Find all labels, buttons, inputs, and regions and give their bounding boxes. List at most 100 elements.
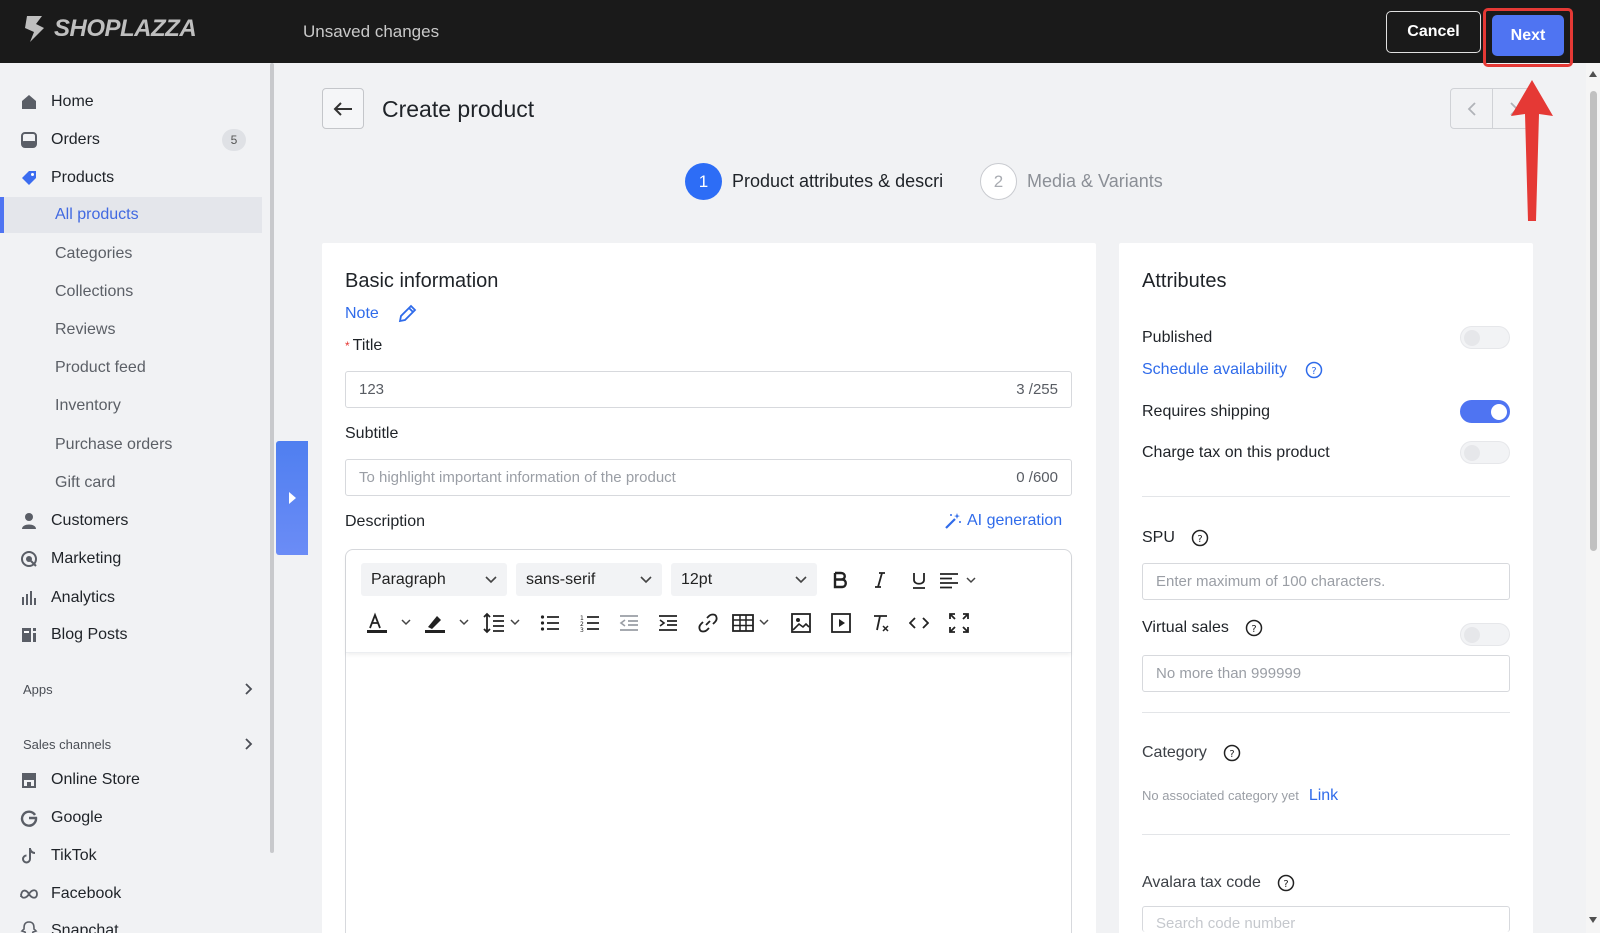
page-scrollbar[interactable] [1586, 63, 1600, 933]
sidebar-subitem-categories[interactable]: Categories [4, 236, 262, 272]
spu-input[interactable]: Enter maximum of 100 characters. [1142, 563, 1510, 600]
sales-channels-section-toggle[interactable]: Sales channels [23, 734, 253, 754]
title-input[interactable]: 123 3 /255 [345, 371, 1072, 408]
bullet-list-button[interactable] [537, 610, 563, 636]
published-toggle[interactable] [1460, 326, 1510, 349]
help-icon[interactable]: ? [1305, 361, 1323, 379]
align-dropdown[interactable] [939, 567, 979, 593]
italic-button[interactable] [867, 567, 893, 593]
description-editor[interactable]: Paragraph sans-serif 12pt 123 [345, 549, 1072, 933]
chevron-left-icon [1467, 101, 1476, 116]
note-link[interactable]: Note [345, 305, 379, 323]
subtitle-label: Subtitle [345, 425, 399, 442]
cancel-button[interactable]: Cancel [1386, 11, 1481, 53]
next-highlight-box: Next [1483, 8, 1573, 67]
next-button[interactable]: Next [1492, 15, 1564, 56]
bold-button[interactable] [827, 567, 853, 593]
sidebar-subitem-inventory[interactable]: Inventory [4, 388, 262, 424]
sidebar-item-orders[interactable]: Orders 5 [0, 122, 262, 158]
fullscreen-button[interactable] [946, 610, 972, 636]
virtual-sales-placeholder: No more than 999999 [1156, 665, 1302, 682]
scroll-down-icon[interactable] [1589, 917, 1597, 923]
help-icon[interactable]: ? [1191, 529, 1209, 547]
sidebar-item-analytics[interactable]: Analytics [0, 580, 262, 616]
sidebar-subitem-gift-card[interactable]: Gift card [4, 465, 262, 501]
align-left-icon [940, 573, 976, 589]
schedule-availability-link[interactable]: Schedule availability [1142, 361, 1287, 379]
sidebar-item-blog-posts[interactable]: Blog Posts [0, 617, 262, 653]
table-button[interactable] [732, 610, 776, 636]
charge-tax-label: Charge tax on this product [1142, 444, 1330, 461]
scroll-up-icon[interactable] [1589, 71, 1597, 77]
edit-pencil-icon[interactable] [397, 304, 417, 324]
step-2-number[interactable]: 2 [980, 163, 1017, 200]
step-2-label[interactable]: Media & Variants [1027, 171, 1163, 192]
font-family-select[interactable]: sans-serif [516, 563, 662, 596]
sidebar-item-tiktok[interactable]: TikTok [0, 838, 262, 874]
sidebar-item-online-store[interactable]: Online Store [0, 762, 262, 798]
svg-text:3: 3 [580, 627, 584, 632]
category-empty-text: No associated category yet [1142, 788, 1299, 803]
subtitle-input[interactable]: To highlight important information of th… [345, 459, 1072, 496]
sidebar-item-products[interactable]: Products [0, 160, 262, 196]
category-link[interactable]: Link [1309, 787, 1338, 805]
ai-generation-button[interactable]: AI generation [944, 512, 1062, 530]
avalara-tax-code-select[interactable]: Search code number [1142, 906, 1510, 932]
sidebar-item-customers[interactable]: Customers [0, 503, 262, 539]
highlight-color-button[interactable] [424, 610, 476, 636]
help-icon[interactable]: ? [1245, 619, 1263, 637]
link-button[interactable] [695, 610, 721, 636]
sidebar-expand-tab[interactable] [276, 441, 308, 555]
home-icon [22, 95, 36, 109]
text-color-button[interactable] [366, 610, 418, 636]
sidebar-item-label: Online Store [51, 771, 140, 788]
title-char-count: 3 /255 [1016, 381, 1058, 398]
virtual-sales-toggle[interactable] [1460, 623, 1510, 646]
divider [1142, 496, 1510, 497]
insert-video-button[interactable] [828, 610, 854, 636]
page-scrollbar-thumb[interactable] [1590, 91, 1597, 551]
sidebar-item-home[interactable]: Home [0, 84, 262, 120]
font-size-select[interactable]: 12pt [671, 563, 817, 596]
help-icon[interactable]: ? [1277, 874, 1295, 892]
apps-section-toggle[interactable]: Apps [23, 679, 253, 699]
sidebar-subitem-collections[interactable]: Collections [4, 274, 262, 310]
sidebar-subitem-label: Reviews [55, 321, 116, 338]
sidebar-item-marketing[interactable]: Marketing [0, 541, 262, 577]
source-code-button[interactable] [906, 610, 932, 636]
top-bar: SHOPLAZZA Unsaved changes Cancel Next [0, 0, 1600, 67]
sidebar-scrollbar[interactable] [270, 63, 274, 853]
sidebar-subitem-reviews[interactable]: Reviews [4, 312, 262, 348]
back-button[interactable] [322, 88, 364, 129]
sidebar-subitem-all-products[interactable]: All products [4, 197, 262, 233]
line-height-button[interactable] [482, 610, 526, 636]
insert-image-button[interactable] [788, 610, 814, 636]
previous-button[interactable] [1451, 89, 1493, 128]
text-color-icon [367, 612, 411, 633]
help-icon[interactable]: ? [1223, 744, 1241, 762]
sidebar-item-google[interactable]: Google [0, 800, 262, 836]
block-format-select[interactable]: Paragraph [361, 563, 507, 596]
sidebar-item-label: Orders [51, 131, 100, 148]
caret-right-icon [289, 492, 296, 504]
virtual-sales-input[interactable]: No more than 999999 [1142, 655, 1510, 692]
toggle-knob [1464, 330, 1480, 346]
svg-text:?: ? [1251, 624, 1256, 635]
sidebar-subitem-purchase-orders[interactable]: Purchase orders [4, 427, 262, 463]
underline-button[interactable] [906, 567, 932, 593]
sidebar-item-facebook[interactable]: Facebook [0, 876, 262, 912]
charge-tax-toggle[interactable] [1460, 441, 1510, 464]
sidebar-subitem-product-feed[interactable]: Product feed [4, 350, 262, 386]
divider [1142, 834, 1510, 835]
clear-format-button[interactable] [867, 610, 893, 636]
bold-icon [833, 571, 847, 589]
sidebar-item-snapchat[interactable]: Snapchat [0, 912, 262, 933]
svg-text:?: ? [1311, 366, 1316, 377]
outdent-button[interactable] [616, 610, 642, 636]
outdent-icon [619, 615, 638, 631]
requires-shipping-toggle[interactable] [1460, 400, 1510, 423]
indent-button[interactable] [655, 610, 681, 636]
numbered-list-button[interactable]: 123 [577, 610, 603, 636]
shoplazza-logo[interactable]: SHOPLAZZA [22, 14, 197, 44]
ai-generation-label: AI generation [967, 512, 1063, 529]
